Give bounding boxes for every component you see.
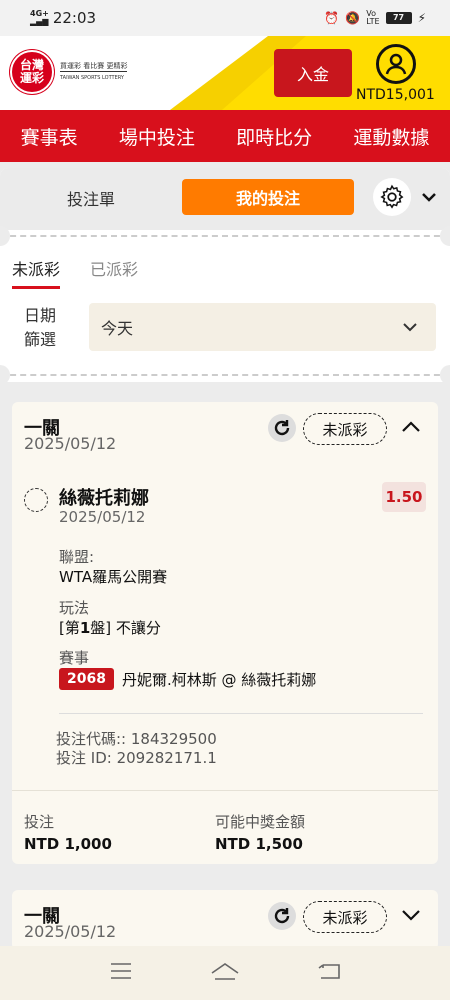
divider	[59, 713, 423, 714]
event-name: 丹妮爾.柯林斯 @ 絲薇托莉娜	[121, 670, 317, 689]
logo-tagline: 買運彩 看比賽 更精彩 TAIWAN SPORTS LOTTERY	[60, 61, 128, 83]
tab-bet-slip[interactable]: 投注單	[20, 180, 162, 216]
back-icon[interactable]	[317, 961, 341, 985]
bet-tabs: 投注單 我的投注	[0, 168, 450, 230]
market-prefix: [第	[59, 619, 80, 637]
charging-icon: ⚡	[417, 11, 426, 25]
nav-item-schedule[interactable]: 賽事表	[21, 123, 78, 150]
app-header: 台灣 運彩 買運彩 看比賽 更精彩 TAIWAN SPORTS LOTTERY 入…	[0, 36, 450, 110]
date-filter-select[interactable]: 今天	[89, 303, 436, 351]
league-value: WTA羅馬公開賽	[59, 568, 168, 586]
alarm-icon: ⏰	[324, 11, 340, 25]
logo-tagline-en: TAIWAN SPORTS LOTTERY	[60, 71, 128, 83]
subtab-settled[interactable]: 已派彩	[90, 256, 138, 289]
user-icon[interactable]	[376, 44, 416, 84]
selection-status-icon	[24, 488, 48, 512]
notch	[440, 365, 450, 385]
subtab-unsettled[interactable]: 未派彩	[12, 256, 61, 289]
refresh-icon[interactable]	[268, 414, 296, 442]
deposit-button[interactable]: 入金	[274, 49, 352, 97]
signal-icon: 4G+ ▂▄▆	[30, 9, 49, 26]
account-balance: NTD15,001	[356, 87, 435, 103]
notch	[0, 365, 10, 385]
payout-column: 可能中獎金額 NTD 1,500	[215, 811, 305, 855]
chevron-down-icon[interactable]	[420, 188, 438, 210]
date-filter-value: 今天	[101, 319, 134, 338]
payout-value: NTD 1,500	[215, 835, 303, 853]
market-label: 玩法	[59, 599, 90, 617]
system-nav-bar	[0, 946, 450, 1000]
stake-value: NTD 1,000	[24, 835, 112, 853]
bet-date: 2025/05/12	[24, 922, 117, 941]
event-label: 賽事	[59, 649, 90, 667]
bet-codes: 投注代碼:: 184329500 投注 ID: 209282171.1	[56, 730, 217, 768]
odds-badge: 1.50	[382, 482, 426, 512]
divider	[0, 374, 450, 376]
chevron-down-icon	[403, 323, 417, 332]
chevron-down-icon[interactable]	[400, 904, 422, 930]
stake-column: 投注 NTD 1,000	[24, 811, 112, 855]
home-icon[interactable]	[210, 961, 240, 985]
menu-icon[interactable]	[109, 962, 133, 984]
payout-label: 可能中獎金額	[215, 813, 306, 831]
logo-text-line2: 運彩	[19, 71, 44, 85]
logo-tagline-zh: 買運彩 看比賽 更精彩	[60, 62, 128, 70]
gear-icon[interactable]	[373, 178, 411, 216]
event-code: 2068	[59, 668, 114, 690]
logo-badge: 台灣 運彩	[10, 50, 54, 94]
status-bar: 4G+ ▂▄▆ 22:03 ⏰ 🔕 Vo LTE 77 ⚡	[0, 0, 450, 36]
divider	[0, 235, 450, 237]
battery-icon: 77	[385, 12, 412, 24]
nav-item-sports-data[interactable]: 運動數據	[353, 123, 429, 150]
status-badge: 未派彩	[303, 901, 387, 933]
market-number: 1	[79, 619, 91, 637]
date-filter-label-line1: 日期	[24, 306, 57, 325]
nav-item-live-scores[interactable]: 即時比分	[236, 123, 312, 150]
nav-item-live-betting[interactable]: 場中投注	[119, 123, 195, 150]
refresh-icon[interactable]	[268, 902, 296, 930]
logo[interactable]: 台灣 運彩 買運彩 看比賽 更精彩 TAIWAN SPORTS LOTTERY	[10, 50, 128, 94]
tab-my-bets[interactable]: 我的投注	[182, 179, 354, 215]
stake-label: 投注	[24, 813, 55, 831]
bet-summary: 投注 NTD 1,000 可能中獎金額 NTD 1,500	[12, 790, 438, 864]
chevron-up-icon[interactable]	[400, 416, 422, 442]
bet-id: 投注 ID: 209282171.1	[56, 749, 217, 767]
market-suffix: 盤] 不讓分	[90, 619, 161, 637]
status-badge: 未派彩	[303, 413, 387, 445]
selection-name: 絲薇托莉娜	[59, 488, 149, 509]
notch	[440, 226, 450, 246]
event-row: 2068 丹妮爾.柯林斯 @ 絲薇托莉娜	[59, 668, 316, 690]
bet-date: 2025/05/12	[24, 434, 117, 453]
main-nav: 賽事表 場中投注 即時比分 運動數據	[0, 110, 450, 162]
logo-text-line1: 台灣	[19, 58, 44, 72]
payout-subtabs: 未派彩 已派彩	[12, 256, 138, 289]
date-filter-label: 日期 篩選	[24, 304, 56, 352]
bet-panel: 投注單 我的投注 未派彩 已派彩 日期 篩選 今天	[0, 168, 450, 385]
market-value: [第1盤] 不讓分	[59, 617, 161, 638]
date-filter-label-line2: 篩選	[24, 330, 57, 349]
battery-level: 77	[392, 13, 405, 22]
mute-icon: 🔕	[345, 11, 361, 25]
volte-icon: Vo LTE	[366, 9, 380, 26]
bet-code: 投注代碼:: 184329500	[56, 730, 217, 748]
bet-card: 一關 2025/05/12 未派彩 絲薇托莉娜 2025/05/12 1.50 …	[12, 402, 438, 864]
selection-date: 2025/05/12	[59, 508, 146, 526]
league-label: 聯盟:	[59, 548, 95, 566]
bet-card: 一關 2025/05/12 未派彩	[12, 890, 438, 950]
clock: 22:03	[52, 9, 97, 27]
